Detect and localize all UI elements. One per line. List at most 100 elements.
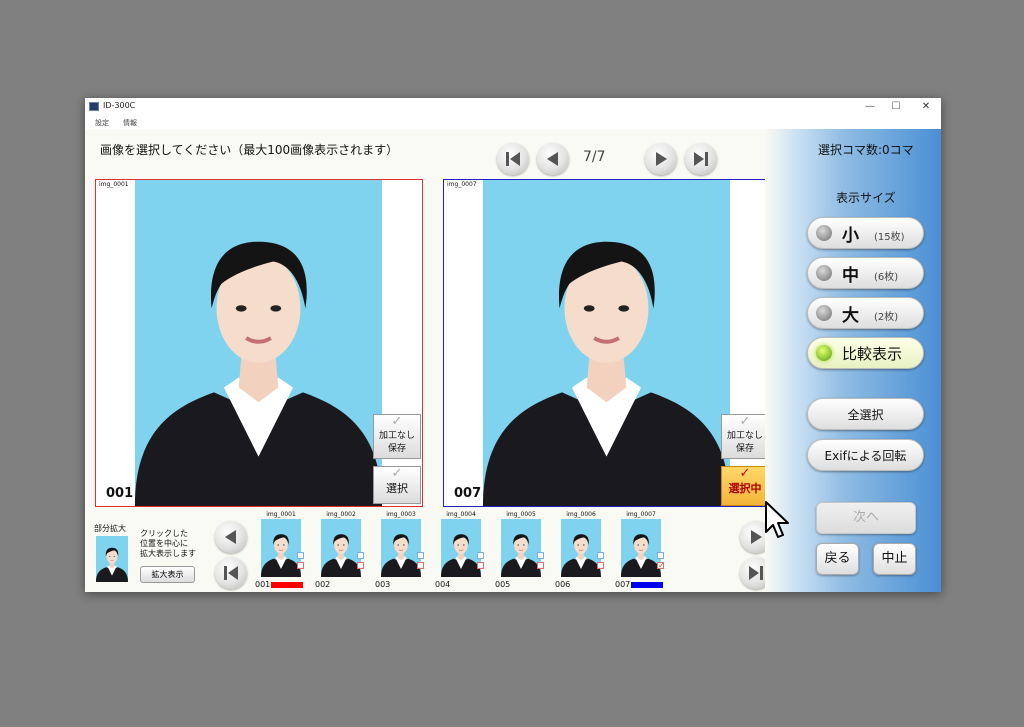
portrait-image: [96, 536, 128, 582]
menu-settings[interactable]: 設定: [95, 118, 109, 128]
thumbs-first-button[interactable]: [215, 557, 247, 589]
thumbnail-checkbox-save[interactable]: [477, 552, 484, 559]
exif-rotate-button[interactable]: Exifによる回転: [807, 439, 924, 471]
portrait-image: [483, 180, 730, 506]
thumbnail-checkbox-select[interactable]: [357, 562, 364, 569]
radio-indicator-active: [816, 345, 832, 361]
select-all-button[interactable]: 全選択: [807, 398, 924, 430]
thumbnail-checkbox-save[interactable]: [657, 552, 664, 559]
arrow-left-icon: [547, 152, 558, 166]
image-number: 001: [106, 486, 134, 501]
thumbnail-strip: 部分拡大 クリックした 位置を中心に 拡大表示します 拡大表示 img_0001: [85, 508, 772, 592]
radio-indicator: [816, 265, 832, 281]
maximize-button[interactable]: ☐: [885, 99, 907, 114]
portrait-image: [261, 519, 301, 577]
minimize-button[interactable]: —: [859, 99, 881, 114]
radio-indicator: [816, 225, 832, 241]
arrow-right-icon: [656, 152, 667, 166]
portrait-image: [321, 519, 361, 577]
check-icon: ✓: [739, 414, 751, 429]
portrait-image: [135, 180, 382, 506]
preview-photo[interactable]: [483, 180, 730, 506]
portrait-image: [441, 519, 481, 577]
selected-count: 選択コマ数:0コマ: [818, 143, 914, 157]
first-page-button[interactable]: [497, 143, 529, 175]
image-number: 007: [454, 486, 482, 501]
thumbnail-checkbox-select[interactable]: [297, 562, 304, 569]
arrow-left-icon: [225, 530, 236, 544]
title-bar: ID-300C — ☐ ✕: [85, 98, 941, 115]
thumbnail-image[interactable]: [261, 519, 301, 577]
zoom-description: クリックした 位置を中心に 拡大表示します: [140, 529, 196, 558]
prev-page-button[interactable]: [537, 143, 569, 175]
preview-panel-right[interactable]: img_0007 007 ✓ 加工なし 保存 ✓ 選択中: [443, 179, 771, 507]
portrait-image: [561, 519, 601, 577]
thumbnail-image[interactable]: [321, 519, 361, 577]
skip-first-icon: [224, 566, 238, 580]
selected-button[interactable]: ✓ 選択中: [721, 466, 769, 506]
zoom-preview[interactable]: [96, 536, 128, 582]
portrait-image: [621, 519, 661, 577]
thumbnail-item[interactable]: img_0007 ✓ 007: [613, 511, 669, 591]
check-icon: ✓: [739, 466, 751, 481]
size-small-button[interactable]: 小 (15枚): [807, 217, 924, 249]
mouse-cursor-icon: [765, 501, 789, 538]
thumbnail-image[interactable]: [621, 519, 661, 577]
thumbnail-image[interactable]: [441, 519, 481, 577]
thumbnail-item[interactable]: img_0001 001: [253, 511, 309, 591]
thumbnail-checkbox-select[interactable]: [417, 562, 424, 569]
thumbnail-item[interactable]: img_0003 003: [373, 511, 429, 591]
thumbs-prev-button[interactable]: [215, 521, 247, 553]
thumbnail-marker-bar: [631, 582, 663, 588]
portrait-image: [381, 519, 421, 577]
thumbnail-item[interactable]: img_0004 004: [433, 511, 489, 591]
skip-first-icon: [506, 152, 520, 166]
app-window: ID-300C — ☐ ✕ 設定 情報 画像を選択してください（最大100画像表…: [85, 98, 941, 592]
close-button[interactable]: ✕: [915, 99, 937, 114]
thumbnail-image[interactable]: [501, 519, 541, 577]
save-unprocessed-button[interactable]: ✓ 加工なし 保存: [373, 414, 421, 459]
thumbnail-checkbox-select[interactable]: [477, 562, 484, 569]
preview-photo[interactable]: [135, 180, 382, 506]
next-page-button[interactable]: [645, 143, 677, 175]
compare-view-button[interactable]: 比較表示: [807, 337, 924, 369]
stop-button[interactable]: 中止: [873, 543, 916, 575]
thumbnail-image[interactable]: [381, 519, 421, 577]
thumbnail-checkbox-save[interactable]: [417, 552, 424, 559]
thumbnail-item[interactable]: img_0006 006: [553, 511, 609, 591]
main-content: 画像を選択してください（最大100画像表示されます） 7/7 img_0001 …: [85, 129, 941, 592]
back-button[interactable]: 戻る: [816, 543, 859, 575]
check-icon: ✓: [391, 414, 403, 429]
thumbnail-item[interactable]: img_0002 002: [313, 511, 369, 591]
thumbnail-image[interactable]: [561, 519, 601, 577]
last-page-button[interactable]: [685, 143, 717, 175]
image-name: img_0001: [99, 181, 129, 188]
page-counter: 7/7: [583, 149, 606, 165]
image-name: img_0007: [447, 181, 477, 188]
thumbnail-checkbox-save[interactable]: [357, 552, 364, 559]
select-button[interactable]: ✓ 選択: [373, 466, 421, 504]
thumbnail-marker-bar: [271, 582, 303, 588]
size-medium-button[interactable]: 中 (6枚): [807, 257, 924, 289]
thumbnail-checkbox-select[interactable]: [537, 562, 544, 569]
thumbnail-checkbox-save[interactable]: [297, 552, 304, 559]
display-size-title: 表示サイズ: [836, 191, 896, 205]
preview-panel-left[interactable]: img_0001 001 ✓ 加工なし 保存 ✓ 選択: [95, 179, 423, 507]
radio-indicator: [816, 305, 832, 321]
size-large-button[interactable]: 大 (2枚): [807, 297, 924, 329]
thumbnail-checkbox-select[interactable]: [597, 562, 604, 569]
check-icon: ✓: [391, 466, 403, 481]
thumbnail-checkbox-select-checked[interactable]: ✓: [657, 562, 665, 570]
thumbnail-checkbox-save[interactable]: [597, 552, 604, 559]
thumbnail-checkbox-save[interactable]: [537, 552, 544, 559]
window-title: ID-300C: [103, 101, 136, 110]
zoom-title: 部分拡大: [94, 524, 126, 533]
zoom-button[interactable]: 拡大表示: [140, 566, 195, 583]
app-icon: [89, 102, 99, 111]
next-button[interactable]: 次へ: [816, 502, 916, 534]
save-unprocessed-button[interactable]: ✓ 加工なし 保存: [721, 414, 769, 459]
menu-info[interactable]: 情報: [123, 118, 137, 128]
thumbnail-item[interactable]: img_0005 005: [493, 511, 549, 591]
menu-bar: 設定 情報: [85, 115, 941, 129]
instruction-text: 画像を選択してください（最大100画像表示されます）: [100, 143, 399, 157]
